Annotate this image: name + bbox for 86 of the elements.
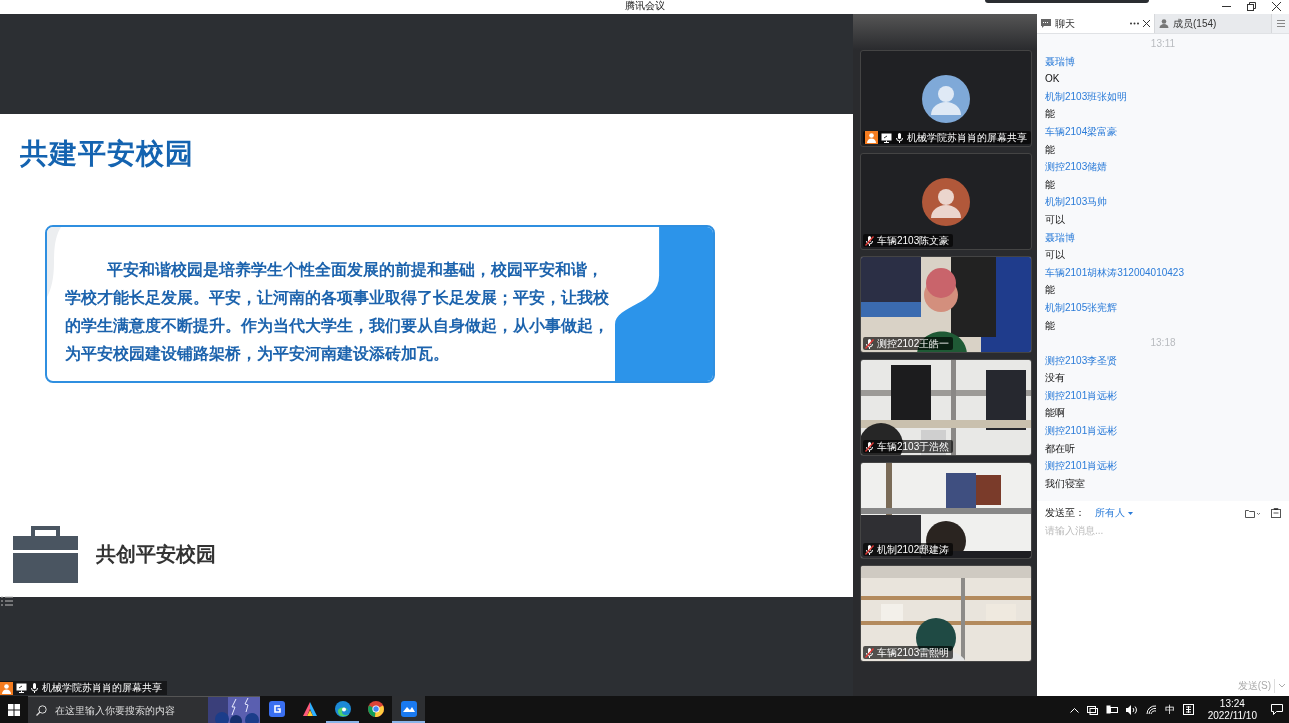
speaker-icon[interactable] <box>1125 704 1138 715</box>
screenshot-icon[interactable] <box>1271 508 1281 518</box>
list-icon[interactable] <box>1 596 13 606</box>
chat-tab[interactable]: 成员(154) <box>1155 14 1272 33</box>
message-text: 可以 <box>1045 249 1065 261</box>
send-button[interactable]: 发送(S) <box>1234 679 1275 693</box>
timestamp: 13:11 <box>1150 38 1176 49</box>
battery-icon[interactable] <box>1105 705 1118 714</box>
sender-name[interactable]: 测控2101肖远彬 <box>1045 425 1118 437</box>
toolbox-icon <box>13 525 78 583</box>
chat-tab[interactable]: 聊天 <box>1037 14 1155 33</box>
sender-name[interactable]: 机制2103马帅 <box>1045 196 1108 208</box>
restore-icon[interactable] <box>1247 2 1256 11</box>
search-field[interactable]: 在这里输入你要搜索的内容 <box>55 704 205 716</box>
message-text: 可以 <box>1045 213 1065 225</box>
screen-share-icon <box>881 132 892 143</box>
slide-paragraph: 平安和谐校园是培养学生个性全面发展的前提和基础，校园平安和谐，学校才能长足发展。平安，让河南的各项事业取得了长足发展；平安，让我校的学生满意度不断提升。作为当代大学生，我们要从自身做起，从小事做起，为平安校园建设铺路架桥，为平安河南建设添砖加瓦。 <box>64 258 610 364</box>
caret-icon[interactable] <box>1128 511 1133 515</box>
sharer-name: 机械学院苏肖肖的屏幕共享 <box>42 681 162 695</box>
search-icon <box>36 704 47 716</box>
clock-date: 2022/11/10 <box>1207 709 1257 722</box>
sender-name[interactable]: 车辆2101胡林涛312004010423 <box>1045 266 1184 278</box>
window-title: 腾讯会议 <box>625 0 665 12</box>
video-tile[interactable]: 机制2102邸建涛 <box>860 462 1032 559</box>
message-text: 能 <box>1045 108 1055 120</box>
message-text: OK <box>1045 73 1060 85</box>
input-method-indicator[interactable]: 中 <box>1164 702 1175 717</box>
message-text: 能 <box>1045 319 1055 331</box>
participant-name: 机械学院苏肖肖的屏幕共享 <box>907 131 1027 144</box>
screen-share-icon <box>16 683 27 693</box>
message-text: 能 <box>1045 143 1055 155</box>
chat-icon <box>1041 19 1051 28</box>
message-text: 能 <box>1045 284 1055 296</box>
video-tile[interactable]: 车辆2103于浩然 <box>860 359 1032 456</box>
message-input[interactable]: 请输入消息... <box>1045 525 1275 536</box>
sender-name[interactable]: 机制2103班张如明 <box>1045 90 1128 102</box>
message-text: 没有 <box>1045 372 1065 384</box>
more-icon[interactable] <box>1130 22 1139 25</box>
message-text: 我们寝室 <box>1045 477 1085 489</box>
meeting-app-icon[interactable] <box>400 700 417 717</box>
menu-icon[interactable] <box>1276 20 1285 27</box>
close-icon[interactable] <box>1272 2 1281 11</box>
search-bar[interactable]: 在这里输入你要搜索的内容 <box>28 696 260 723</box>
folder-icon[interactable] <box>1245 508 1261 518</box>
network-drive-icon[interactable] <box>1086 704 1098 715</box>
timestamp: 13:18 <box>1150 337 1176 349</box>
triangle-app-icon[interactable] <box>301 700 318 717</box>
chevron-up-icon[interactable] <box>1069 706 1079 713</box>
person-icon <box>1159 19 1169 28</box>
edge-icon[interactable] <box>334 700 351 717</box>
wifi-icon[interactable] <box>1145 704 1157 715</box>
box-app-icon[interactable] <box>268 700 285 717</box>
message-text: 能 <box>1045 178 1055 190</box>
video-tile[interactable]: 测控2102王皓一 <box>860 256 1032 353</box>
corner-decoration <box>47 226 61 297</box>
sender-name[interactable]: 聂瑞博 <box>1045 55 1075 67</box>
avatar-icon <box>922 177 970 226</box>
chrome-icon[interactable] <box>367 700 384 717</box>
sender-name[interactable]: 测控2101肖远彬 <box>1045 460 1118 472</box>
section-title: 共创平安校园 <box>96 541 216 567</box>
notification-icon[interactable] <box>1271 704 1283 715</box>
sender-name[interactable]: 测控2101肖远彬 <box>1045 389 1118 401</box>
sender-name[interactable]: 车辆2104梁富豪 <box>1045 125 1118 137</box>
participant-name: 车辆2103于浩然 <box>877 440 950 453</box>
clock[interactable]: 13:24 2022/11/10 <box>1207 697 1257 722</box>
send-to-label: 发送至： <box>1045 506 1085 520</box>
sender-name[interactable]: 机制2105张宪辉 <box>1045 301 1118 313</box>
video-tile[interactable]: 机械学院苏肖肖的屏幕共享 <box>860 50 1032 147</box>
message-text: 能啊 <box>1045 407 1065 419</box>
sender-name[interactable]: 测控2103储婧 <box>1045 161 1108 173</box>
video-tile[interactable]: 车辆2103陈文豪 <box>860 153 1032 250</box>
participant-name: 车辆2103陈文豪 <box>877 234 950 247</box>
video-tile[interactable]: 车辆2103雷熙明 <box>860 565 1032 662</box>
sender-name[interactable]: 聂瑞博 <box>1045 231 1075 243</box>
slide-title: 共建平安校园 <box>20 136 195 171</box>
sender-name[interactable]: 测控2103李圣贤 <box>1045 354 1118 366</box>
close-icon[interactable] <box>1143 20 1150 27</box>
participant-name: 车辆2103雷熙明 <box>877 646 950 659</box>
participant-name: 机制2102邸建涛 <box>877 543 950 556</box>
windows-start-icon[interactable] <box>8 703 20 716</box>
avatar-icon <box>922 74 970 123</box>
clock-time: 13:24 <box>1219 697 1245 710</box>
keyboard-layout-icon[interactable] <box>1182 704 1194 715</box>
participant-name: 测控2102王皓一 <box>877 337 950 350</box>
message-text: 都在听 <box>1045 442 1075 454</box>
recipient-dropdown[interactable]: 所有人 <box>1095 506 1133 520</box>
